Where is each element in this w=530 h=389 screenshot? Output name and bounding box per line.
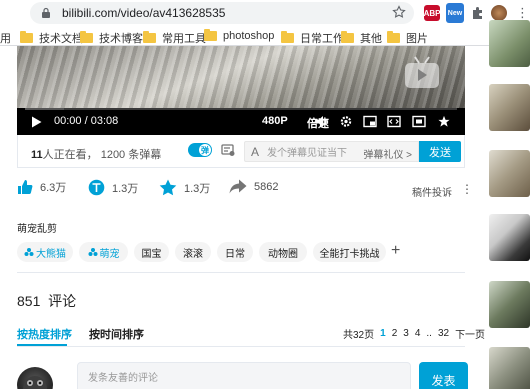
mini-player-icon[interactable] <box>363 115 377 128</box>
share-arrow-icon <box>229 179 247 194</box>
folder-icon <box>204 29 217 41</box>
section-divider <box>17 272 465 273</box>
bookmark-star-icon[interactable] <box>392 5 406 19</box>
bookmark-folder-photoshop[interactable]: photoshop <box>204 29 274 42</box>
post-comment-button[interactable]: 发表 <box>419 362 468 389</box>
user-avatar[interactable] <box>17 367 53 389</box>
lock-icon <box>42 7 50 18</box>
quality-button[interactable]: 480P <box>262 115 288 127</box>
pager-page-last[interactable]: 32 <box>438 328 449 339</box>
star-icon <box>159 179 177 196</box>
fullscreen-icon[interactable] <box>437 115 451 128</box>
danmaku-toggle[interactable]: 弹 <box>188 143 212 157</box>
bookmark-item[interactable]: 用 <box>0 30 11 46</box>
play-icon[interactable] <box>31 116 42 128</box>
abp-icon[interactable]: ABP <box>424 5 440 21</box>
tag-item[interactable]: 萌宠 <box>79 242 128 262</box>
bookmark-folder-tech-docs[interactable]: 技术文档 <box>20 30 83 46</box>
volume-icon[interactable] <box>315 115 329 128</box>
widescreen-icon[interactable] <box>387 115 401 128</box>
tag-item[interactable]: 滚滚 <box>175 242 211 262</box>
folder-icon <box>143 31 156 43</box>
recommend-thumbnail[interactable] <box>489 281 530 328</box>
coin-icon <box>88 179 105 196</box>
report-link[interactable]: 稿件投诉 <box>412 184 452 199</box>
danmaku-bar: 11人正在看， 1200 条弹幕 弹 A 发个弹幕见证当下 弹幕礼仪 > 发送 <box>17 135 465 168</box>
comment-input[interactable]: 发条友善的评论 <box>77 362 411 389</box>
video-section-title[interactable]: 萌宠乱剪 <box>17 220 57 235</box>
viewer-stats: 11人正在看， 1200 条弹幕 <box>31 149 162 161</box>
folder-icon <box>281 31 294 43</box>
tag-item[interactable]: 全能打卡挑战 <box>313 242 386 262</box>
share-button[interactable]: 5862 <box>229 179 278 194</box>
danmaku-input[interactable]: A 发个弹幕见证当下 弹幕礼仪 > <box>244 141 419 162</box>
time-display: 00:00 / 03:08 <box>54 115 119 127</box>
folder-icon <box>80 31 93 43</box>
url-text: bilibili.com/video/av413628535 <box>62 6 226 20</box>
bookmark-folder-images[interactable]: 图片 <box>387 30 428 46</box>
folder-icon <box>341 31 354 43</box>
recommend-thumbnail[interactable] <box>489 150 530 197</box>
recommend-thumbnail[interactable] <box>489 214 530 261</box>
topic-icon <box>24 248 34 256</box>
danmaku-style-icon[interactable]: A <box>251 145 259 159</box>
pager-page-1[interactable]: 1 <box>380 328 386 339</box>
danmaku-send-button[interactable]: 发送 <box>419 141 461 162</box>
danmaku-toggle-knob: 弹 <box>199 144 211 156</box>
bilibili-tv-icon <box>405 56 439 88</box>
favorite-button[interactable]: 1.3万 <box>159 179 210 196</box>
pager-page-2[interactable]: 2 <box>392 328 398 339</box>
recommend-thumbnail[interactable] <box>489 20 530 67</box>
bookmarks-bar: 用 技术文档 技术博客 常用工具 photoshop 日常工作 其他 图片 <box>0 26 530 46</box>
add-tag-icon[interactable]: + <box>391 243 400 259</box>
bookmark-folder-daily-work[interactable]: 日常工作 <box>281 30 344 46</box>
puzzle-icon[interactable] <box>471 6 485 20</box>
comment-count: 851 评论 <box>17 293 77 309</box>
coin-button[interactable]: 1.3万 <box>88 179 138 196</box>
more-options-icon[interactable]: ⋮ <box>461 183 473 195</box>
bookmark-folder-other[interactable]: 其他 <box>341 30 382 46</box>
settings-icon[interactable] <box>339 115 353 128</box>
pager-total: 共32页 <box>343 330 375 341</box>
progress-fill <box>25 108 64 110</box>
web-fullscreen-icon[interactable] <box>412 115 426 128</box>
tag-item[interactable]: 国宝 <box>134 242 169 262</box>
pager-ellipsis: .. <box>426 328 432 339</box>
browser-menu-icon[interactable]: ⋮ <box>516 6 529 19</box>
recommend-thumbnail[interactable] <box>489 84 530 131</box>
comment-pager: 共32页 1 2 3 4 .. 32 下一页 <box>343 326 491 341</box>
video-content <box>17 46 465 108</box>
thumbs-up-icon <box>18 180 33 194</box>
sort-divider <box>17 346 465 347</box>
profile-icon[interactable] <box>491 5 507 21</box>
progress-bar[interactable] <box>25 108 457 110</box>
danmaku-placeholder: 发个弹幕见证当下 <box>267 148 348 159</box>
sort-by-time-tab[interactable]: 按时间排序 <box>89 326 144 342</box>
pager-next[interactable]: 下一页 <box>455 326 485 341</box>
bookmark-folder-tools[interactable]: 常用工具 <box>143 30 206 46</box>
bookmark-folder-tech-blog[interactable]: 技术博客 <box>80 30 143 46</box>
video-actions: 6.3万 1.3万 1.3万 5862 稿件投诉 ⋮ <box>17 174 473 202</box>
browser-address-bar: bilibili.com/video/av413628535 ABP New ⋮ <box>0 0 530 26</box>
pager-page-3[interactable]: 3 <box>403 328 409 339</box>
danmaku-etiquette-link[interactable]: 弹幕礼仪 > <box>363 146 412 161</box>
avatar-image <box>23 376 47 389</box>
tag-item[interactable]: 动物圈 <box>259 242 307 262</box>
pager-page-4[interactable]: 4 <box>415 328 421 339</box>
new-badge-icon[interactable]: New <box>446 3 464 23</box>
topic-icon <box>88 248 97 256</box>
recommend-thumbnail[interactable] <box>489 347 530 389</box>
sort-by-hot-tab[interactable]: 按热度排序 <box>17 326 72 342</box>
video-frame[interactable] <box>17 46 465 108</box>
tag-item[interactable]: 日常 <box>217 242 253 262</box>
tag-item[interactable]: 大熊猫 <box>17 242 73 262</box>
like-button[interactable]: 6.3万 <box>17 179 66 195</box>
player-controls: 00:00 / 03:08 480P 倍速 <box>17 108 465 135</box>
danmaku-settings-icon[interactable] <box>221 143 235 157</box>
folder-icon <box>20 31 33 43</box>
url-field[interactable]: bilibili.com/video/av413628535 <box>30 2 414 24</box>
folder-icon <box>387 31 400 43</box>
